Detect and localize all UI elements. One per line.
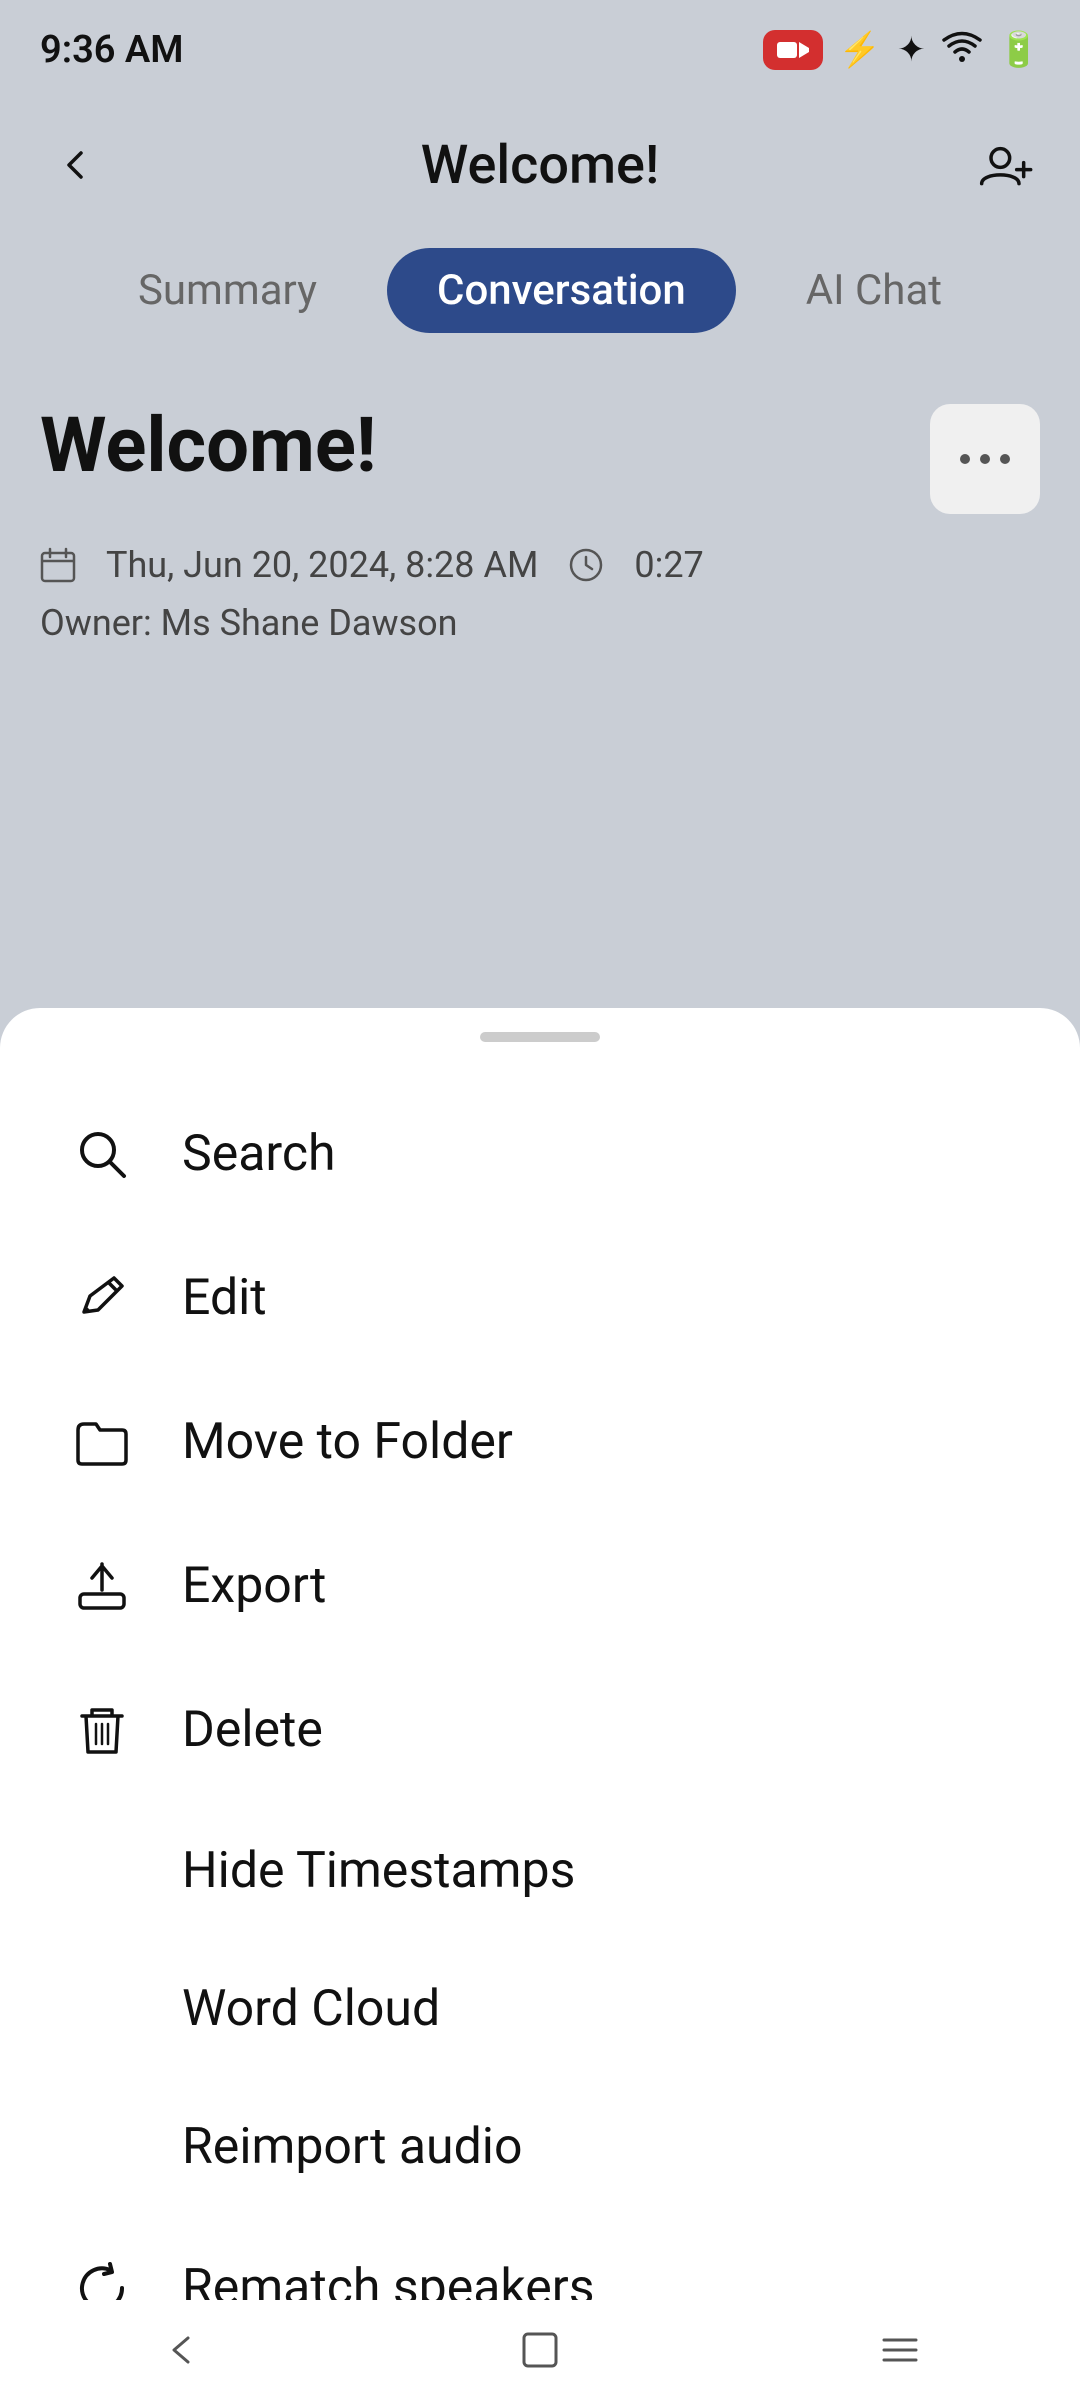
header-bar: Welcome! [0, 100, 1080, 230]
battery-icon: 🔋 [998, 30, 1040, 70]
menu-item-export[interactable]: Export [0, 1514, 1080, 1658]
sheet-handle [480, 1032, 600, 1042]
menu-item-move-folder[interactable]: Move to Folder [0, 1370, 1080, 1514]
menu-item-hide-timestamps[interactable]: Hide Timestamps [0, 1802, 1080, 1940]
move-folder-label: Move to Folder [182, 1413, 513, 1471]
export-icon [70, 1554, 134, 1618]
wifi-svg [942, 29, 982, 63]
bottom-sheet: Search Edit Move to Folder Expor [0, 1008, 1080, 2400]
tab-conversation[interactable]: Conversation [387, 248, 736, 333]
tab-summary[interactable]: Summary [88, 248, 367, 333]
nav-menu-button[interactable] [850, 2315, 950, 2385]
back-arrow-icon [51, 141, 99, 189]
owner-line: Owner: Ms Shane Dawson [40, 602, 1040, 644]
meeting-duration: 0:27 [634, 544, 703, 586]
meeting-area: Welcome! Thu, Jun 20, 2024, 8:28 AM 0:27… [0, 360, 1080, 644]
folder-icon [70, 1410, 134, 1474]
status-time: 9:36 AM [40, 28, 184, 72]
wifi-icon [942, 29, 982, 72]
search-icon [70, 1122, 134, 1186]
meeting-meta: Thu, Jun 20, 2024, 8:28 AM 0:27 [40, 544, 1040, 586]
add-person-button[interactable] [970, 130, 1040, 200]
menu-item-edit[interactable]: Edit [0, 1226, 1080, 1370]
menu-item-search[interactable]: Search [0, 1082, 1080, 1226]
signal-icon: ✦ [897, 30, 926, 70]
record-icon [763, 30, 823, 70]
edit-icon [70, 1266, 134, 1330]
hide-timestamps-label: Hide Timestamps [182, 1842, 575, 1900]
search-label: Search [182, 1125, 336, 1183]
menu-item-word-cloud[interactable]: Word Cloud [0, 1940, 1080, 2078]
header-title: Welcome! [421, 134, 660, 197]
export-label: Export [182, 1557, 326, 1615]
more-options-button[interactable] [930, 404, 1040, 514]
status-icons: ⚡ ✦ 🔋 [763, 29, 1040, 72]
nav-back-button[interactable] [130, 2315, 230, 2385]
reimport-audio-label: Reimport audio [182, 2118, 522, 2176]
delete-label: Delete [182, 1701, 323, 1759]
nav-home-button[interactable] [490, 2315, 590, 2385]
meeting-title: Welcome! [40, 400, 376, 490]
trash-icon [70, 1698, 134, 1762]
tab-ai-chat[interactable]: AI Chat [756, 248, 992, 333]
nav-bar [0, 2300, 1080, 2400]
video-record-icon [777, 38, 809, 62]
meeting-date: Thu, Jun 20, 2024, 8:28 AM [106, 544, 538, 586]
menu-item-delete[interactable]: Delete [0, 1658, 1080, 1802]
owner-text: Owner: Ms Shane Dawson [40, 602, 458, 644]
add-person-icon [977, 137, 1033, 193]
meeting-title-row: Welcome! [40, 400, 1040, 514]
more-dots-icon [957, 450, 1013, 468]
status-bar: 9:36 AM ⚡ ✦ 🔋 [0, 0, 1080, 100]
back-button[interactable] [40, 130, 110, 200]
edit-label: Edit [182, 1269, 267, 1327]
bluetooth-icon: ⚡ [839, 30, 881, 70]
clock-icon [568, 547, 604, 583]
calendar-icon [40, 547, 76, 583]
tabs-container: Summary Conversation AI Chat [0, 230, 1080, 350]
word-cloud-label: Word Cloud [182, 1980, 440, 2038]
menu-item-reimport-audio[interactable]: Reimport audio [0, 2078, 1080, 2216]
